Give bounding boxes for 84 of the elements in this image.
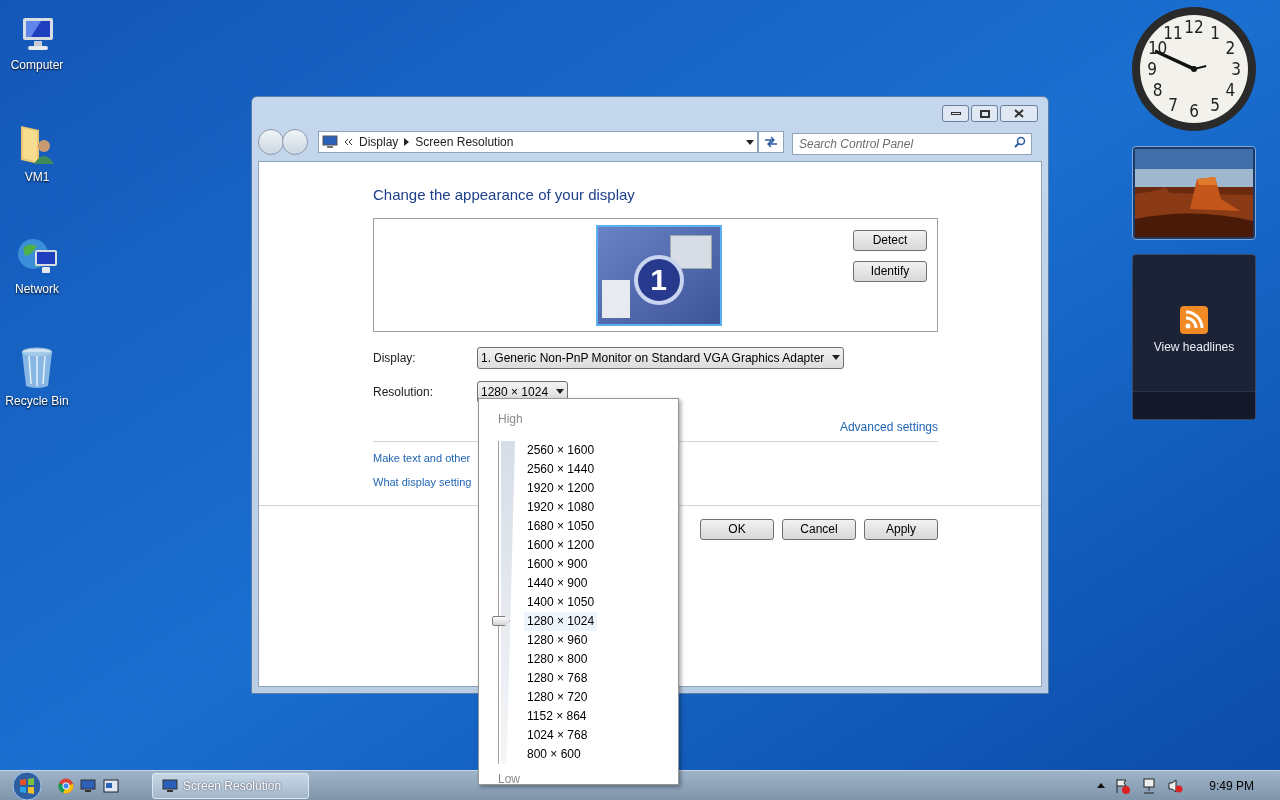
network-icon[interactable]	[1141, 777, 1158, 794]
resolution-option[interactable]: 1440 × 900	[524, 574, 598, 593]
monitor-icon[interactable]	[80, 778, 96, 793]
desktop-icon-label[interactable]: Network	[15, 282, 59, 296]
high-label: High	[498, 411, 524, 428]
resolution-option[interactable]: 1920 × 1200	[524, 479, 598, 498]
clock-numeral: 4	[1225, 80, 1236, 100]
refresh-arrows-icon	[764, 136, 778, 148]
desktop-icon-label[interactable]: VM1	[24, 170, 50, 184]
volume-muted-icon[interactable]	[1167, 777, 1184, 794]
desktop-icon-label[interactable]: Computer	[10, 58, 64, 72]
minimize-button[interactable]	[942, 105, 969, 122]
clock-numeral: 2	[1225, 38, 1236, 58]
advanced-settings-link[interactable]: Advanced settings	[839, 417, 938, 436]
rss-icon	[1180, 306, 1208, 334]
minimize-icon	[950, 112, 961, 115]
resolution-option[interactable]: 2560 × 1440	[524, 460, 598, 479]
low-label: Low	[498, 771, 521, 788]
resolution-option[interactable]: 1280 × 800	[524, 650, 598, 669]
clock-numeral: 6	[1189, 101, 1199, 121]
help-link[interactable]: What display setting	[373, 474, 472, 491]
resolution-option[interactable]: 2560 × 1600	[524, 441, 598, 460]
maximize-button[interactable]	[971, 105, 998, 122]
slider-thumb[interactable]	[492, 616, 510, 626]
double-chevron-icon	[344, 138, 353, 146]
monitor-number: 1	[633, 254, 684, 305]
page-heading: Change the appearance of your display	[373, 185, 636, 205]
start-button[interactable]	[10, 770, 44, 800]
monitor-icon	[322, 135, 338, 149]
monitor-icon	[162, 778, 178, 793]
maximize-icon	[979, 109, 990, 118]
display-dropdown[interactable]: 1. Generic Non-PnP Monitor on Standard VGA Graphics Adapter	[477, 346, 845, 369]
search-icon	[1014, 136, 1026, 148]
resolution-option[interactable]: 1024 × 768	[524, 726, 598, 745]
refresh-button[interactable]	[758, 131, 784, 153]
dropdown-arrow-icon	[832, 355, 841, 360]
resolution-option[interactable]: 1280 × 960	[524, 631, 598, 650]
view-headlines-text[interactable]: View headlines	[1153, 338, 1235, 356]
close-button[interactable]	[1000, 105, 1038, 122]
address-bar[interactable]: Display Screen Resolution	[318, 131, 758, 153]
dropdown-arrow-icon	[556, 389, 565, 394]
resolution-option[interactable]: 1680 × 1050	[524, 517, 598, 536]
clock-numeral: 9	[1147, 59, 1157, 79]
resolution-option[interactable]: 1920 × 1080	[524, 498, 598, 517]
show-hidden-icons-arrow[interactable]	[1097, 783, 1106, 788]
mini-window-drawing	[669, 234, 712, 269]
breadcrumb-arrow-icon	[404, 138, 410, 146]
field-label: Resolution:	[373, 383, 435, 401]
resolution-option[interactable]: 1280 × 1024	[524, 612, 598, 631]
resolution-option[interactable]: 800 × 600	[524, 745, 598, 764]
clock-numeral: 5	[1210, 95, 1220, 116]
clock-numeral: 1	[1210, 22, 1220, 43]
resolution-option[interactable]: 1280 × 720	[524, 688, 598, 707]
clock-numeral: 3	[1231, 59, 1241, 79]
browser-icon[interactable]	[58, 777, 74, 794]
help-link[interactable]: Make text and other	[373, 449, 471, 466]
resolution-option[interactable]: 1600 × 1200	[524, 536, 598, 555]
field-label: Display:	[373, 349, 417, 367]
desktop-icon-label[interactable]: Recycle Bin	[5, 394, 69, 408]
breadcrumb-item[interactable]: Screen Resolution	[415, 133, 514, 151]
dropdown-arrow-icon	[746, 139, 754, 145]
clock-numeral: 10	[1147, 38, 1168, 58]
breadcrumb-item[interactable]: Display	[359, 133, 399, 151]
clock-time[interactable]: 9:49 PM	[1209, 776, 1254, 795]
apply-button[interactable]: Apply	[864, 518, 938, 540]
flag-error-icon[interactable]	[1115, 777, 1132, 794]
cancel-button[interactable]: Cancel	[782, 518, 856, 540]
resolution-option[interactable]: 1280 × 768	[524, 669, 598, 688]
mini-window-drawing	[601, 279, 630, 318]
clock-numeral: 7	[1168, 95, 1178, 116]
close-icon	[1014, 109, 1024, 118]
recycle-bin-icon	[19, 346, 55, 390]
monitor-thumbnail[interactable]: 1	[595, 224, 722, 326]
slider-track[interactable]	[498, 441, 514, 764]
identify-button[interactable]: Identify	[853, 260, 927, 282]
clock-numeral: 12	[1184, 17, 1204, 37]
resolution-option[interactable]: 1152 × 864	[524, 707, 598, 726]
windows-icon[interactable]	[103, 778, 119, 793]
detect-button[interactable]: Detect	[853, 229, 927, 251]
search-field[interactable]: Search Control Panel	[792, 133, 1032, 155]
clock-numeral: 8	[1152, 80, 1163, 100]
resolution-option[interactable]: 1400 × 1050	[524, 593, 598, 612]
ok-button[interactable]: OK	[700, 518, 774, 540]
resolution-option[interactable]: 1600 × 900	[524, 555, 598, 574]
